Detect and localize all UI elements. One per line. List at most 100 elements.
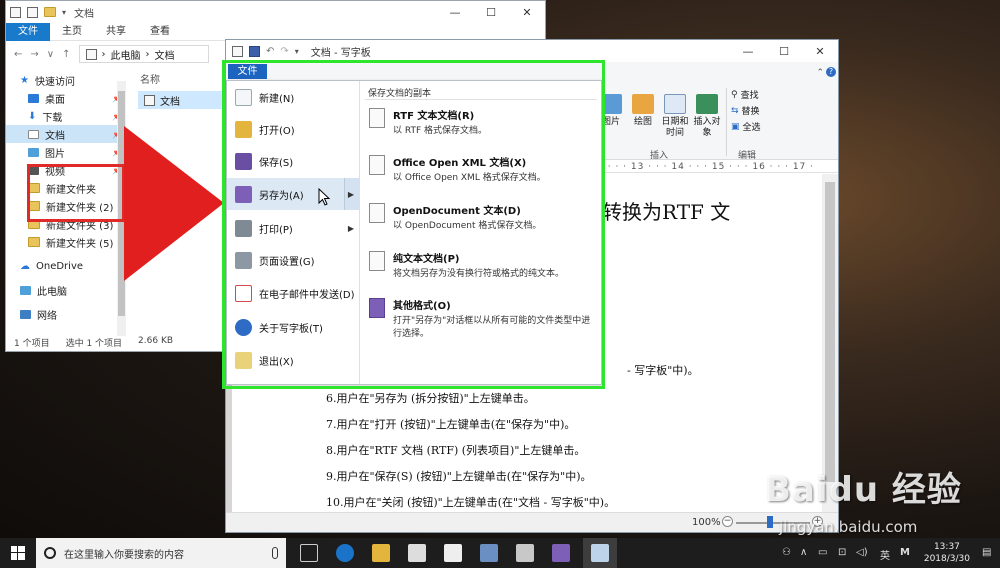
nav-pictures[interactable]: 图片 📌 [6,143,126,161]
forward-arrow-icon[interactable]: → [30,49,38,60]
watermark-brand: Baidu 经验 [765,470,962,510]
maximize-icon[interactable]: ☐ [766,45,802,58]
window-controls: — ☐ ✕ [437,6,545,19]
computer-app-icon[interactable] [480,544,498,562]
clock-date: 2018/3/30 [923,554,970,564]
desktop-icon [28,93,39,103]
select-all-button[interactable]: ▣ 全选 [731,120,761,134]
group-editing-label: 编辑 [738,151,757,161]
new-folder-icon[interactable] [44,7,56,17]
nav-label: OneDrive [36,260,84,272]
folder-icon [28,237,40,247]
system-clock[interactable]: 13:37 2018/3/30 [924,541,970,565]
store-icon[interactable] [408,544,426,562]
taskbar-search-box[interactable]: 在这里输入你要搜索的内容 [36,538,286,568]
microphone-icon[interactable] [272,547,278,559]
close-icon[interactable]: ✕ [509,6,545,19]
nav-folder-5[interactable]: 新建文件夹 (5) [6,233,126,251]
nav-this-pc[interactable]: 此电脑 [6,281,126,299]
red-highlight-box [27,164,125,222]
this-pc-icon [85,48,97,60]
calendar-icon [664,94,686,114]
qat-dropdown-icon[interactable]: ▾ [295,47,299,56]
network-tray-icon[interactable]: ⊡ [838,547,846,558]
tab-view[interactable]: 查看 [138,23,182,41]
recent-dropdown-icon[interactable]: ∨ [47,49,54,60]
nav-label: 新建文件夹 (5) [46,238,114,250]
mouse-cursor-icon [318,188,330,206]
nav-onedrive[interactable]: ☁ OneDrive [6,257,126,275]
file-item[interactable]: 文档 [138,91,230,109]
nav-label: 网络 [37,310,57,322]
minimize-icon[interactable]: — [437,6,473,19]
people-icon[interactable]: ⚇ [782,547,791,558]
selected-size: 2.66 KB [138,336,174,346]
task-view-icon[interactable] [300,544,318,562]
doc-line: 9.用户在"保存(S) (按钮)"上左键单击(在"保存为"中)。 [326,470,592,483]
nav-label: 快速访问 [34,76,75,88]
paint-app-icon[interactable] [552,544,570,562]
nav-documents[interactable]: 文档 📌 [6,125,126,143]
nav-quick-access[interactable]: ★ 快速访问 [6,71,126,89]
wordpad-taskbar-icon[interactable] [591,544,609,562]
tab-share[interactable]: 共享 [94,23,138,41]
green-highlight-box [222,60,605,389]
red-arrow-icon [124,126,224,281]
breadcrumb-documents[interactable]: 文档 [155,47,175,62]
tab-home[interactable]: 主页 [50,23,94,41]
ime-indicator[interactable]: 英 [880,547,890,562]
object-icon [696,94,718,114]
tray-expand-icon[interactable]: ∧ [800,547,807,558]
ime-mode-indicator[interactable]: M [900,547,910,558]
doc-line: 8.用户在"RTF 文档 (RTF) (列表项目)"上左键单击。 [326,444,586,457]
wordpad-statusbar: 100% − + [226,512,838,532]
properties-icon[interactable] [10,6,21,18]
network-icon [20,309,31,319]
battery-icon[interactable]: ▭ [818,547,827,558]
find-button[interactable]: ⚲ 查找 [731,88,759,102]
nav-network[interactable]: 网络 [6,305,126,323]
item-count: 1 个项目 [14,339,50,349]
start-button[interactable] [0,538,36,568]
nav-label: 下载 [42,112,63,124]
zoom-out-button[interactable]: − [722,516,733,527]
nav-desktop[interactable]: 桌面 📌 [6,89,126,107]
baidu-watermark: Baidu 经验 jingyan.baidu.com [765,462,995,542]
breadcrumb[interactable]: › 此电脑 › 文档 [78,45,209,63]
select-all-icon: ▣ [731,121,740,132]
taskbar: 在这里输入你要搜索的内容 ⚇ ∧ ▭ ⊡ ◁) 英 M 13:37 2018/3… [0,538,1000,568]
nav-label: 此电脑 [37,286,67,298]
replace-button[interactable]: ⇆ 替换 [731,104,760,118]
star-icon: ★ [20,74,29,86]
up-arrow-icon[interactable]: ↑ [62,49,70,60]
ribbon-datetime-button[interactable]: 日期和时间 [660,94,690,139]
breadcrumb-this-pc[interactable]: 此电脑 [111,47,141,62]
binoculars-icon: ⚲ [731,89,738,100]
ribbon-paint-button[interactable]: 绘图 [628,94,658,128]
notification-center-icon[interactable]: ▤ [982,547,991,558]
back-arrow-icon[interactable]: ← [14,49,22,60]
nav-downloads[interactable]: ⬇ 下载 📌 [6,107,126,125]
help-icon[interactable]: ? [826,67,836,77]
file-name: 文档 [160,96,180,108]
tab-file[interactable]: 文件 [6,22,50,41]
group-divider [726,88,727,156]
save-qat-icon[interactable] [249,45,260,57]
close-icon[interactable]: ✕ [802,45,838,58]
undo-icon[interactable]: ↶ [266,46,274,57]
mail-icon[interactable] [444,544,462,562]
redo-icon[interactable]: ↷ [280,46,288,57]
selected-count: 选中 1 个项目 [65,339,123,349]
minimize-icon[interactable]: — [730,45,766,58]
checkmark-icon[interactable] [27,6,38,18]
file-explorer-icon[interactable] [372,544,390,562]
ribbon-collapse-icon[interactable]: ⌃ [816,68,824,78]
edge-browser-icon[interactable] [336,544,354,562]
qat-dropdown-icon[interactable]: ▾ [62,8,66,17]
maximize-icon[interactable]: ☐ [473,6,509,19]
wordpad-app-icon[interactable] [232,45,243,57]
volume-icon[interactable]: ◁) [856,547,868,558]
control-panel-icon[interactable] [516,544,534,562]
scrollbar-thumb[interactable] [825,182,835,482]
ribbon-insert-object-button[interactable]: 插入对象 [692,94,722,139]
